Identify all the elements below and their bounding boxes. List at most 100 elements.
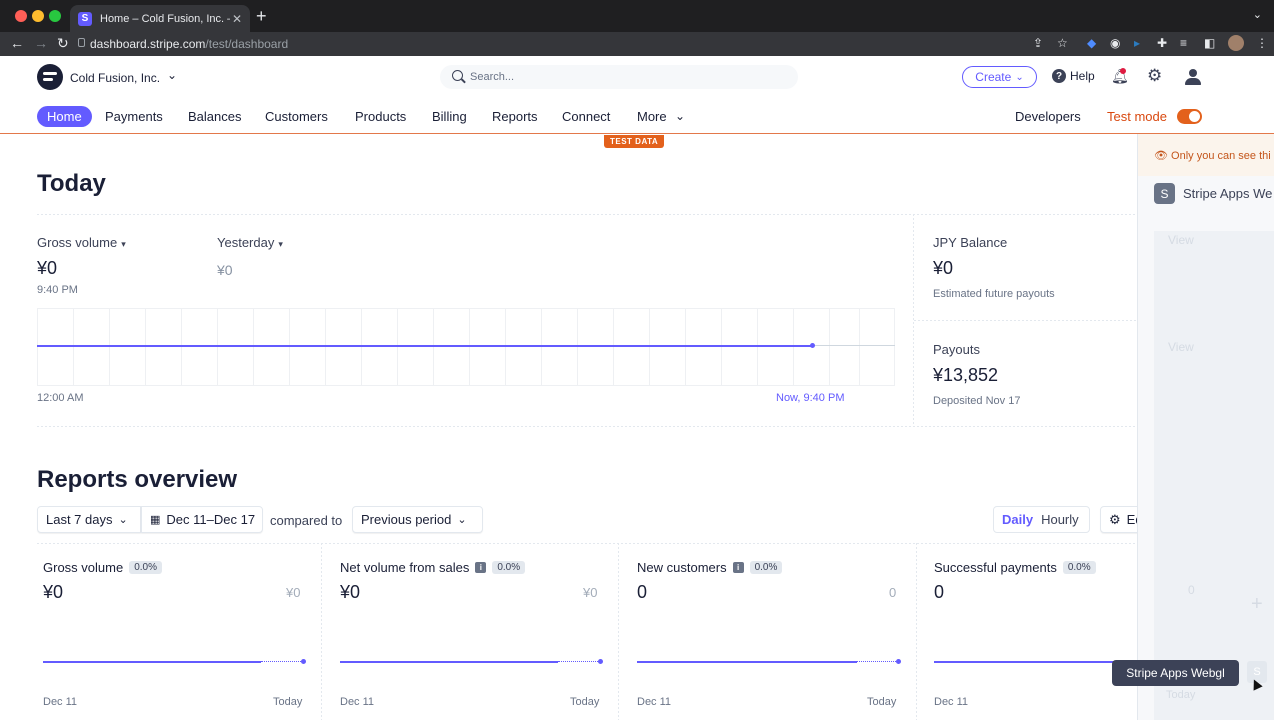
comparison-period-select[interactable]: Previous period ⌄ <box>352 506 483 533</box>
tab-title: Home – Cold Fusion, Inc. – Stri <box>100 12 230 25</box>
report-card-title[interactable]: New customers i 0.0% <box>637 560 783 575</box>
help-button[interactable]: ? Help <box>1052 69 1095 83</box>
new-tab-icon[interactable]: + <box>256 6 267 27</box>
account-name[interactable]: Cold Fusion, Inc. <box>70 71 160 85</box>
nav-developers[interactable]: Developers <box>1015 106 1081 127</box>
date-picker[interactable]: ▦ Dec 11–Dec 17 <box>141 506 263 533</box>
hourly-option[interactable]: Hourly <box>1041 512 1079 527</box>
extension-icon[interactable]: ▸ <box>1134 36 1140 50</box>
lock-icon <box>78 38 85 47</box>
today-now-point <box>810 343 815 348</box>
minimize-window-button[interactable] <box>32 10 44 22</box>
gridline <box>721 308 722 386</box>
report-card-title[interactable]: Net volume from sales i 0.0% <box>340 560 526 575</box>
private-notice-banner: 👁︎ Only you can see thi <box>1138 134 1274 176</box>
close-window-button[interactable] <box>15 10 27 22</box>
app-name: Stripe Apps We <box>1183 186 1273 201</box>
report-card-title[interactable]: Successful payments 0.0% <box>934 560 1096 575</box>
reading-list-icon[interactable]: ≡ <box>1180 36 1187 50</box>
divider <box>321 543 322 720</box>
nav-customers[interactable]: Customers <box>265 106 328 127</box>
yesterday-dropdown[interactable]: Yesterday ▾ <box>217 235 283 250</box>
gridline <box>649 308 650 386</box>
gridline <box>505 308 506 386</box>
gear-icon[interactable]: ⚙ <box>1147 66 1162 86</box>
gridline <box>253 308 254 386</box>
back-icon[interactable]: ← <box>10 35 24 51</box>
chevron-down-icon: ▾ <box>121 239 126 249</box>
payouts-value: ¥13,852 <box>933 365 999 385</box>
card-series-line <box>934 661 1134 663</box>
tooltip: Stripe Apps Webgl <box>1112 660 1239 686</box>
chevron-down-icon: ▾ <box>278 239 283 249</box>
nav-payments[interactable]: Payments <box>105 106 163 127</box>
date-range-label: Last 7 days <box>46 512 113 527</box>
nav-balances[interactable]: Balances <box>188 106 241 127</box>
gridline <box>217 308 218 386</box>
date-range-value: Dec 11–Dec 17 <box>166 512 256 527</box>
app-header[interactable]: S Stripe Apps We <box>1154 183 1272 204</box>
today-future-line <box>812 345 895 346</box>
help-icon: ? <box>1052 69 1066 83</box>
nav-home[interactable]: Home <box>37 106 92 127</box>
puzzle-extensions-icon[interactable]: ✚ <box>1157 36 1167 50</box>
nav-connect[interactable]: Connect <box>562 106 610 127</box>
gross-volume-dropdown[interactable]: Gross volume ▾ <box>37 235 126 250</box>
card-axis-end: Today <box>273 696 303 708</box>
info-icon[interactable]: i <box>732 562 744 573</box>
url-field[interactable]: dashboard.stripe.com/test/dashboard <box>90 37 288 51</box>
divider <box>916 543 917 720</box>
card-value: 0 <box>637 582 648 602</box>
bookmark-star-icon[interactable]: ☆ <box>1057 36 1068 50</box>
gridline <box>859 308 860 386</box>
extension-icon[interactable]: ◉ <box>1110 36 1120 50</box>
extension-icon[interactable]: ◆ <box>1087 36 1096 50</box>
card-axis-start: Dec 11 <box>637 696 672 708</box>
divider <box>618 543 619 720</box>
nav-products[interactable]: Products <box>355 106 406 127</box>
app-content-placeholder: View View 0 + Today <box>1154 231 1274 720</box>
sidebar-icon[interactable]: ◧ <box>1204 36 1215 50</box>
card-value: ¥0 <box>340 582 361 602</box>
nav-billing[interactable]: Billing <box>432 106 467 127</box>
test-mode-toggle[interactable] <box>1177 109 1202 124</box>
card-axis-start: Dec 11 <box>340 696 375 708</box>
card-axis-end: Today <box>867 696 897 708</box>
tab-list-chevron-icon[interactable]: ⌄ <box>1253 8 1262 21</box>
chevron-down-icon[interactable]: ⌄ <box>675 106 685 127</box>
payouts-sub: Deposited Nov 17 <box>933 395 1021 407</box>
gridline <box>793 308 794 386</box>
reload-icon[interactable]: ↻ <box>57 35 69 52</box>
account-logo-icon[interactable] <box>37 64 63 90</box>
gridline <box>469 308 470 386</box>
nav-more[interactable]: More <box>637 106 667 127</box>
forward-icon[interactable]: → <box>34 35 48 51</box>
daily-option[interactable]: Daily <box>1002 512 1033 527</box>
gridline <box>325 308 326 386</box>
chevron-down-icon[interactable]: ⌄ <box>167 68 177 82</box>
gridline <box>685 308 686 386</box>
stripe-favicon-icon: S <box>78 11 92 26</box>
info-icon[interactable]: i <box>475 562 487 573</box>
card-compare-value: 0 <box>889 585 897 600</box>
private-notice-label: Only you can see thi <box>1171 150 1271 162</box>
report-card-title[interactable]: Gross volume 0.0% <box>43 560 162 575</box>
create-button[interactable]: Create ⌄ <box>962 66 1037 88</box>
profile-avatar[interactable] <box>1228 35 1244 51</box>
comparison-period-label: Previous period <box>361 512 452 527</box>
search-icon <box>452 70 463 81</box>
card-axis-start: Dec 11 <box>43 696 78 708</box>
gear-icon: ⚙ <box>1109 511 1121 527</box>
search-input[interactable]: Search... <box>440 65 798 89</box>
date-range-select[interactable]: Last 7 days ⌄ <box>37 506 141 533</box>
gridline <box>361 308 362 386</box>
nav-reports[interactable]: Reports <box>492 106 538 127</box>
close-tab-icon[interactable]: ✕ <box>232 12 242 26</box>
browser-menu-icon[interactable]: ⋮ <box>1256 36 1268 50</box>
gridline <box>289 308 290 386</box>
browser-tab[interactable]: S Home – Cold Fusion, Inc. – Stri ✕ <box>70 5 250 32</box>
today-series-line <box>37 345 812 347</box>
profile-icon[interactable] <box>1185 69 1201 85</box>
zoom-window-button[interactable] <box>49 10 61 22</box>
share-icon[interactable]: ⇪ <box>1033 36 1043 50</box>
